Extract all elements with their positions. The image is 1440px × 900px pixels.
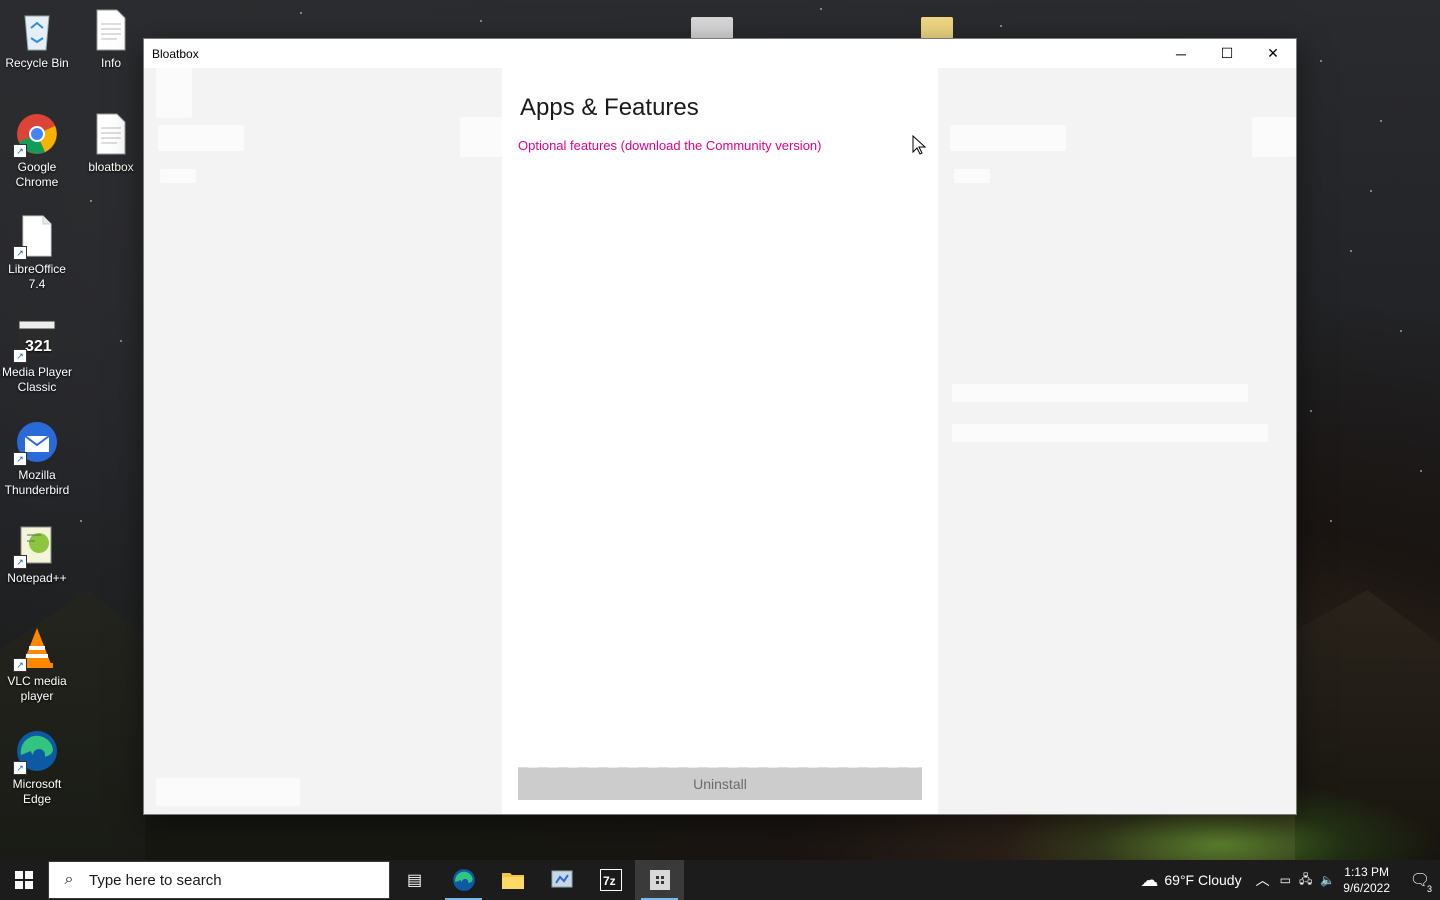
7zip-icon: 7z bbox=[599, 869, 622, 891]
right-pane-placeholder bbox=[950, 125, 1066, 151]
desktop-icon-chrome[interactable]: ↗ Google Chrome bbox=[1, 112, 73, 190]
desktop-icon-label: Google Chrome bbox=[15, 160, 59, 189]
taskbar-search-box[interactable]: ⌕ Type here to search bbox=[48, 861, 390, 899]
bloatbox-app-icon bbox=[649, 870, 670, 890]
libreoffice-icon: ↗ bbox=[13, 214, 59, 260]
desktop-icon-recycle-bin[interactable]: Recycle Bin bbox=[1, 8, 73, 71]
folder-icon bbox=[501, 873, 524, 889]
gear-thumbnail-icon bbox=[691, 17, 733, 39]
window-title: Bloatbox bbox=[152, 46, 199, 61]
volume-muted-icon[interactable]: 🔈 bbox=[1320, 873, 1335, 887]
apps-features-pane: Apps & Features Optional features (downl… bbox=[502, 68, 938, 814]
left-pane-placeholder bbox=[156, 778, 300, 806]
left-pane bbox=[144, 68, 502, 814]
notepadpp-icon: ↗ bbox=[13, 523, 59, 569]
right-pane-placeholder bbox=[952, 424, 1268, 442]
shortcut-arrow-icon: ↗ bbox=[13, 349, 27, 363]
desktop-icon-bloatbox[interactable]: bloatbox bbox=[75, 112, 147, 175]
meet-now-icon[interactable]: ▭ bbox=[1280, 873, 1291, 887]
desktop-icon-label: LibreOffice 7.4 bbox=[8, 262, 66, 291]
close-button[interactable]: ✕ bbox=[1250, 39, 1296, 68]
shortcut-arrow-icon: ↗ bbox=[13, 658, 27, 672]
desktop-icon-label: VLC media player bbox=[7, 674, 67, 703]
shortcut-arrow-icon: ↗ bbox=[13, 555, 27, 569]
desktop-icon-edge[interactable]: ↗ Microsoft Edge bbox=[1, 729, 73, 807]
taskbar-7zip[interactable]: 7z bbox=[586, 860, 635, 900]
notification-count: 3 bbox=[1426, 884, 1432, 894]
mouse-cursor-icon bbox=[912, 135, 926, 155]
clock-time: 1:13 PM bbox=[1344, 865, 1389, 879]
system-tray: ☁ 69°F Cloudy ︿ ▭ 🖧 🔈 1:13 PM 9/6/2022 🗨… bbox=[1140, 860, 1440, 900]
recycle-bin-icon bbox=[15, 8, 59, 52]
title-bar[interactable]: Bloatbox ─ ☐ ✕ bbox=[144, 39, 1296, 68]
thunderbird-icon: ↗ bbox=[13, 420, 59, 466]
desktop-icon-vlc[interactable]: ↗ VLC media player bbox=[1, 626, 73, 704]
weather-widget[interactable]: 69°F Cloudy bbox=[1164, 872, 1241, 888]
shortcut-arrow-icon: ↗ bbox=[13, 761, 27, 775]
maximize-button[interactable]: ☐ bbox=[1204, 39, 1250, 68]
right-pane-placeholder bbox=[1252, 117, 1296, 157]
svg-text:321: 321 bbox=[25, 338, 52, 355]
left-pane-placeholder bbox=[460, 117, 502, 157]
clock[interactable]: 1:13 PM 9/6/2022 bbox=[1343, 864, 1390, 896]
start-button[interactable] bbox=[0, 860, 48, 900]
folder-thumbnail-icon bbox=[921, 17, 953, 39]
search-icon: ⌕ bbox=[64, 871, 74, 888]
chevron-up-icon[interactable]: ︿ bbox=[1256, 870, 1270, 890]
optional-features-link[interactable]: Optional features (download the Communit… bbox=[518, 138, 821, 153]
task-view-button[interactable]: ▤ bbox=[390, 860, 439, 900]
windows-logo-icon bbox=[15, 871, 33, 889]
minimize-button[interactable]: ─ bbox=[1158, 39, 1204, 68]
right-pane-placeholder bbox=[954, 169, 990, 183]
edge-icon: ↗ bbox=[13, 729, 59, 775]
text-file-icon bbox=[89, 8, 133, 52]
page-title: Apps & Features bbox=[520, 94, 699, 121]
left-pane-placeholder bbox=[156, 68, 192, 118]
uninstall-button[interactable]: Uninstall bbox=[518, 768, 922, 800]
vlc-icon: ↗ bbox=[13, 626, 59, 672]
desktop-icon-thunderbird[interactable]: ↗ Mozilla Thunderbird bbox=[1, 420, 73, 498]
shortcut-arrow-icon: ↗ bbox=[13, 246, 27, 260]
search-placeholder: Type here to search bbox=[89, 871, 222, 889]
taskbar-edge[interactable] bbox=[439, 860, 488, 900]
chrome-icon: ↗ bbox=[13, 112, 59, 158]
shortcut-arrow-icon: ↗ bbox=[13, 144, 27, 158]
clock-date: 9/6/2022 bbox=[1343, 881, 1390, 895]
desktop-icon-info[interactable]: Info bbox=[75, 8, 147, 71]
edge-icon bbox=[452, 869, 475, 891]
right-pane bbox=[938, 68, 1296, 814]
left-pane-placeholder bbox=[160, 169, 196, 183]
cloud-icon: ☁ bbox=[1140, 869, 1159, 890]
desktop-icon-label: Info bbox=[100, 56, 121, 70]
svg-text:7z: 7z bbox=[603, 874, 616, 888]
taskbar-bloatbox[interactable] bbox=[635, 860, 684, 900]
desktop-icon-label: Recycle Bin bbox=[5, 56, 69, 70]
desktop-icon-label: Mozilla Thunderbird bbox=[4, 468, 70, 497]
text-file-icon bbox=[89, 112, 133, 156]
desktop-icon-label: Microsoft Edge bbox=[12, 777, 62, 806]
desktop-icon-label: Media Player Classic bbox=[1, 365, 73, 394]
shortcut-arrow-icon: ↗ bbox=[13, 452, 27, 466]
bloatbox-window: Bloatbox ─ ☐ ✕ Apps & Features Optional … bbox=[144, 39, 1296, 814]
left-pane-placeholder bbox=[158, 125, 244, 151]
desktop-icon-label: Notepad++ bbox=[7, 571, 67, 585]
task-view-icon: ▤ bbox=[406, 872, 423, 889]
desktop-icon-media-player[interactable]: 321 ↗ Media Player Classic bbox=[1, 317, 73, 395]
hill-left bbox=[0, 590, 145, 860]
desktop-icon-label: bloatbox bbox=[88, 160, 134, 174]
taskbar: ⌕ Type here to search ▤ 7z ☁ 69°F Cloudy… bbox=[0, 860, 1440, 900]
notifications-button[interactable]: 🗨 3 bbox=[1400, 860, 1440, 900]
taskbar-file-explorer[interactable] bbox=[488, 860, 537, 900]
taskbar-control-panel[interactable] bbox=[537, 860, 586, 900]
desktop-icon-notepadpp[interactable]: ↗ Notepad++ bbox=[1, 523, 73, 586]
control-panel-icon bbox=[551, 870, 572, 888]
desktop-icon-libreoffice[interactable]: ↗ LibreOffice 7.4 bbox=[1, 214, 73, 292]
media-player-icon: 321 ↗ bbox=[13, 317, 59, 363]
right-pane-placeholder bbox=[952, 384, 1248, 402]
network-icon[interactable]: 🖧 bbox=[1299, 870, 1312, 891]
